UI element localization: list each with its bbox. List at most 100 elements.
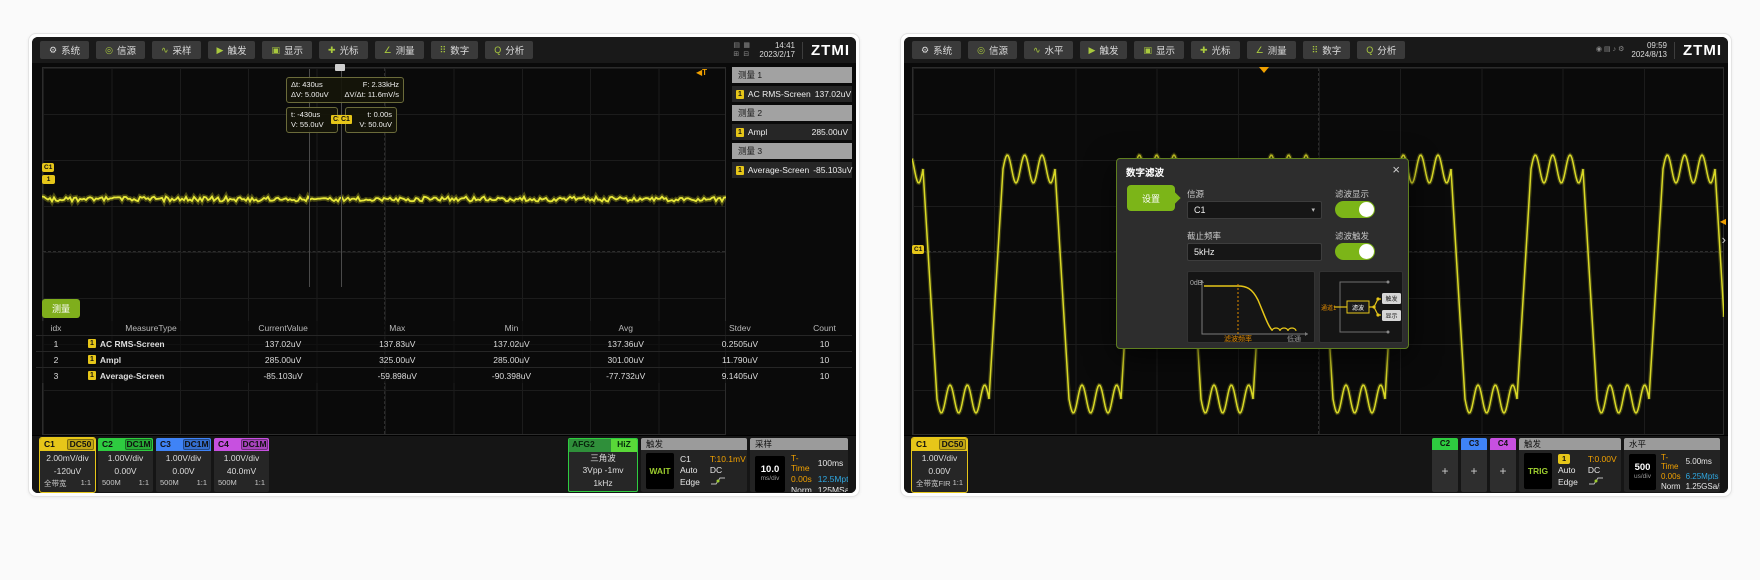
measurement-item[interactable]: 1AC RMS-Screen137.02uV [732, 86, 852, 102]
source-select[interactable]: C1 ▾ [1187, 201, 1322, 219]
measure-button[interactable]: 测量 [42, 299, 80, 318]
cell-idx: 2 [36, 355, 76, 365]
menu-label: 测量 [1268, 43, 1287, 57]
date: 2024/8/13 [1631, 50, 1667, 59]
menu-label: 光标 [340, 43, 359, 57]
filter-trigger-toggle[interactable] [1335, 243, 1375, 260]
menu-button-system[interactable]: ⚙ 系统 [40, 41, 89, 59]
filter-display-toggle[interactable] [1335, 201, 1375, 218]
route-trigger-button[interactable]: 触发 [1385, 295, 1397, 303]
channel-tab-c2[interactable]: C2 + [1432, 438, 1458, 492]
trigger-position-marker[interactable]: ◀T [696, 68, 707, 77]
filter-routing-diagram: 通道1 滤波 触发 显示 [1319, 271, 1403, 343]
cursor-icon: ✚ [1200, 45, 1208, 56]
digital-icon: ⠿ [1312, 45, 1319, 56]
channel-box-c3[interactable]: C3DC1M 1.00V/div 0.00V 500M1:1 [156, 438, 211, 492]
expand-chevron-icon[interactable]: › [1722, 233, 1726, 246]
menu-button-cursor[interactable]: ✚光标 [1191, 41, 1240, 59]
tab-settings[interactable]: 设置 [1127, 185, 1175, 211]
probe-ratio: 1:1 [953, 478, 963, 489]
channel-c1-marker[interactable]: C1 [912, 245, 924, 254]
menu-button-measure[interactable]: ∠测量 [1247, 41, 1296, 59]
menu-button-analyze[interactable]: Q分析 [1357, 41, 1405, 59]
menu-button-trigger[interactable]: ▶触发 [208, 41, 256, 59]
status-icons[interactable]: ◉ ▤ ♪ ⚙ [1596, 46, 1625, 54]
settings-icon[interactable]: ⚙ [1618, 46, 1624, 54]
add-channel-icon[interactable]: + [1461, 450, 1487, 492]
add-channel-icon[interactable]: + [1432, 450, 1458, 492]
measurement-item[interactable]: 1Ampl285.00uV [732, 124, 852, 140]
menu-button-system[interactable]: ⚙系统 [912, 41, 961, 59]
zoom-in-icon[interactable]: ⊞ [733, 51, 742, 59]
cell-current: 285.00uV [226, 355, 340, 365]
bottom-bar-right: C1DC50 1.00V/div 0.00V 全带宽FIR1:1 C2 + C3… [904, 435, 1728, 493]
trigger-box[interactable]: 触发 TRIG 1T:0.00V AutoDC Edge [1519, 438, 1621, 492]
channel-tab-c3[interactable]: C3 + [1461, 438, 1487, 492]
horizontal-box[interactable]: 水平 500us/div T-Time5.00ms 0.00s6.25Mpts … [1624, 438, 1720, 492]
toggle-knob [1359, 244, 1374, 259]
screen-icon[interactable]: ▤ [1604, 46, 1611, 54]
channel-c1-marker[interactable]: C1 [42, 163, 54, 172]
cell-max: 137.83uV [340, 339, 454, 349]
table-row[interactable]: 2 1Ampl 285.00uV 325.00uV 285.00uV 301.0… [36, 351, 852, 367]
col-max: Max [340, 323, 454, 333]
channel-box-c1[interactable]: C1DC50 2.00mV/div -120uV 全带宽1:1 [40, 438, 95, 492]
channel-tab-c4[interactable]: C4 + [1490, 438, 1516, 492]
save-icon[interactable]: ▦ [743, 42, 752, 50]
trigger-level-marker[interactable]: ◀ [1720, 217, 1726, 226]
menu-button-trigger[interactable]: ▶触发 [1080, 41, 1128, 59]
menu-button-digital[interactable]: ⠿数字 [1303, 41, 1351, 59]
close-icon[interactable]: × [1392, 162, 1400, 177]
channel-badge: 1 [736, 166, 744, 175]
search-icon: Q [494, 45, 501, 55]
trigger-level: T:0.00V [1588, 454, 1617, 464]
cursor-handle[interactable] [335, 64, 345, 71]
menu-button-display[interactable]: ▣显示 [1134, 41, 1184, 59]
status-icons[interactable]: ▤ ▦ ⊞ ⊟ [733, 42, 752, 59]
cutoff-input[interactable] [1187, 243, 1322, 261]
bandwidth: 全带宽 [44, 478, 67, 489]
sound-icon[interactable]: ♪ [1613, 46, 1617, 54]
menu-button-source[interactable]: ◎信源 [96, 41, 145, 59]
zoom-out-icon[interactable]: ⊟ [743, 51, 752, 59]
gear-icon: ⚙ [49, 45, 57, 56]
afg-box[interactable]: AFG2HiZ 三角波 3Vpp -1mv 1kHz [568, 438, 638, 492]
menu-button-digital[interactable]: ⠿数字 [431, 41, 479, 59]
coupling-badge: DC50 [67, 439, 94, 450]
menu-button-sample[interactable]: ∿采样 [152, 41, 201, 59]
brand-logo: ZTMI [802, 42, 850, 59]
ttime-label: T-Time [791, 453, 812, 473]
menu-button-source[interactable]: ◎信源 [968, 41, 1017, 59]
record-icon[interactable]: ◉ [1596, 46, 1602, 54]
trigger-box[interactable]: 触发 WAIT C1T:10.1mV AutoDC Edge [641, 438, 747, 492]
add-channel-icon[interactable]: + [1490, 450, 1516, 492]
channel-box-c1[interactable]: C1DC50 1.00V/div 0.00V 全带宽FIR1:1 [912, 438, 967, 492]
channel-badge: 1 [736, 90, 744, 99]
aux-marker[interactable]: 1 [42, 175, 55, 184]
table-row[interactable]: 1 1AC RMS-Screen 137.02uV 137.83uV 137.0… [36, 335, 852, 351]
sample-box[interactable]: 采样 10.0ms/div T-Time100ms 0.00s12.5Mpts … [750, 438, 848, 492]
status-cluster-right: ◉ ▤ ♪ ⚙ 09:59 2024/8/13 ZTMI [1596, 39, 1722, 61]
trigger-coupling: DC [1588, 465, 1617, 475]
route-display-button[interactable]: 显示 [1385, 313, 1397, 320]
channel-id: C2 [98, 438, 124, 451]
measurement-item[interactable]: 1Average-Screen-85.103uV [732, 162, 852, 178]
channel-box-c4[interactable]: C4DC1M 1.00V/div 40.0mV 500M1:1 [214, 438, 269, 492]
measurement-name: Ampl [748, 127, 767, 137]
screen-icon[interactable]: ▤ [733, 42, 742, 50]
afg-id: AFG2 [569, 439, 611, 452]
channel1-label: 通道1 [1321, 304, 1337, 312]
menu-button-analyze[interactable]: Q分析 [485, 41, 533, 59]
menu-button-measure[interactable]: ∠测量 [375, 41, 424, 59]
menu-button-display[interactable]: ▣显示 [262, 41, 312, 59]
channel-box-c2[interactable]: C2DC1M 1.00V/div 0.00V 500M1:1 [98, 438, 153, 492]
menu-label: 水平 [1045, 43, 1064, 57]
menu-button-horizontal[interactable]: ∿水平 [1024, 41, 1073, 59]
menu-label: 系统 [61, 43, 80, 57]
menu-button-cursor[interactable]: ✚光标 [319, 41, 368, 59]
trigger-position-marker[interactable] [1259, 67, 1269, 73]
col-count: Count [797, 323, 852, 333]
channel-id: C3 [156, 438, 182, 451]
table-row[interactable]: 3 1Average-Screen -85.103uV -59.898uV -9… [36, 367, 852, 383]
col-min: Min [454, 323, 568, 333]
